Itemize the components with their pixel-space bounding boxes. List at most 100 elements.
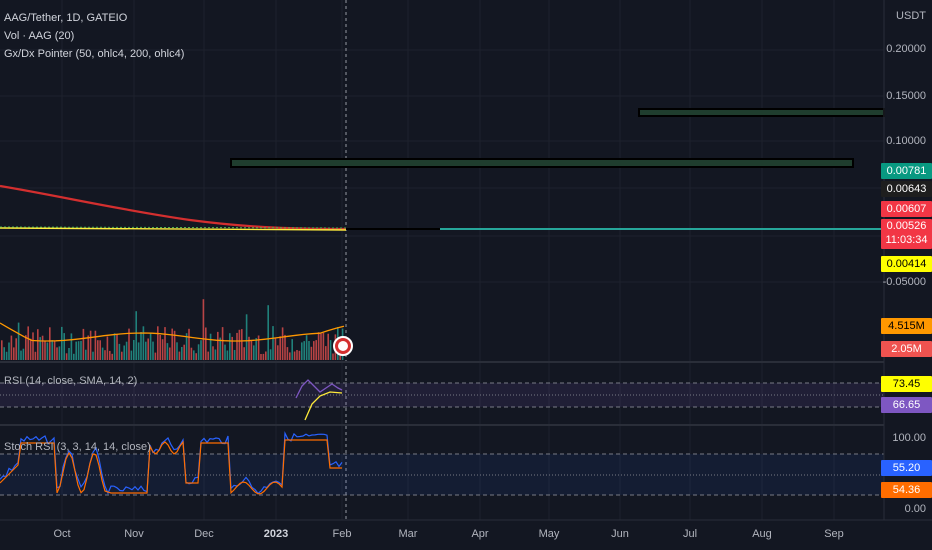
volume-bar [51,340,53,360]
volume-bar [284,334,286,360]
last-price-value: 0.00526 [886,220,927,232]
countdown-timer: 11:03:34 [885,234,928,246]
volume-bar [267,305,269,360]
volume-bar [61,326,63,360]
date-label: Nov [124,528,144,540]
volume-bar [202,299,205,360]
volume-bar [221,327,224,360]
stoch-k-tag: 55.20 [881,460,932,476]
stoch-d-tag: 54.36 [881,482,932,498]
volume-bar [29,338,32,360]
volume-bar [286,347,289,360]
volume-ma-tag: 4.515M [881,318,932,334]
volume-bar [116,333,118,360]
us-flag-event-icon[interactable] [333,336,353,356]
volume-bar [207,351,209,360]
volume-bar [305,335,308,360]
volume-bar [238,329,241,360]
rsi-legend[interactable]: RSI (14, close, SMA, 14, 2) [4,375,137,387]
volume-bar [15,338,17,360]
price-tick: -0.05000 [882,276,926,288]
volume-bar [49,327,51,360]
volume-bar [3,347,5,360]
volume-tag: 2.05M [881,341,932,357]
volume-bar [118,343,121,360]
volume-bar [65,353,68,360]
volume-bar [121,351,123,360]
volume-bar [296,350,298,360]
volume-bar [58,346,61,360]
volume-bar [75,341,77,360]
volume-bar [113,333,116,360]
volume-bar [325,346,327,360]
volume-bar [106,336,109,360]
date-label: Aug [752,528,772,540]
volume-bar [56,347,58,360]
volume-bar [217,331,219,360]
volume-bar [265,351,267,360]
volume-bar [70,333,73,360]
volume-bar [145,341,147,360]
volume-bar [313,341,315,360]
volume-bar [320,333,322,360]
volume-bar [104,350,106,360]
volume-bar [109,350,111,360]
volume-bar [87,335,89,360]
volume-bar [190,347,193,360]
volume-bar [279,336,281,360]
projection-box-upper[interactable] [638,108,885,117]
volume-legend[interactable]: Vol · AAG (20) [4,30,74,42]
volume-bar [243,347,245,360]
symbol-legend[interactable]: AAG/Tether, 1D, GATEIO [4,12,127,24]
projection-box-lower[interactable] [230,158,854,168]
volume-bar [200,340,202,360]
volume-bar [133,340,135,360]
volume-bar [255,338,257,360]
volume-bar [82,328,85,360]
volume-bar [73,353,75,360]
volume-bar [53,341,56,360]
volume-bar [272,326,274,360]
volume-bar [27,326,29,360]
volume-bar [8,342,10,360]
volume-bar [130,350,133,360]
date-label: Sep [824,528,844,540]
volume-bar [99,340,101,360]
indicator-legend[interactable]: Gx/Dx Pointer (50, ohlc4, 200, ohlc4) [4,48,184,60]
date-label: Mar [398,528,418,540]
volume-bar [205,327,207,360]
volume-bar [241,329,243,360]
chart-canvas[interactable] [0,0,932,550]
volume-bar [5,351,8,360]
price-tag-last: 0.00526 11:03:34 [881,219,932,249]
rsi-ma-tag: 73.45 [881,376,932,392]
volume-bar [140,332,142,360]
price-tag-4: 0.00414 [881,256,932,272]
volume-bar [154,352,157,360]
volume-bar [291,339,293,360]
volume-bar [233,350,236,360]
volume-bar [274,338,277,360]
volume-bar [329,340,332,360]
volume-bar [89,330,92,360]
volume-bar [289,352,291,360]
volume-bar [253,345,255,360]
volume-bar [301,342,303,360]
date-label: Oct [53,528,71,540]
volume-bar [250,341,253,360]
volume-bar [92,351,94,360]
volume-bar [166,343,169,360]
rsi-tag: 66.65 [881,397,932,413]
date-label: Feb [332,528,352,540]
volume-bar [332,353,334,360]
volume-bar [63,333,65,360]
volume-bar [17,322,20,360]
volume-bar [22,348,25,360]
volume-bar [224,344,226,360]
volume-bar [212,346,214,360]
price-tag-2: 0.00607 [881,201,932,217]
stoch-axis-top: 100.00 [892,432,926,444]
volume-bar [308,341,310,360]
stoch-legend[interactable]: Stoch RSI (3, 3, 14, 14, close) [4,441,151,453]
volume-bar [159,335,161,360]
